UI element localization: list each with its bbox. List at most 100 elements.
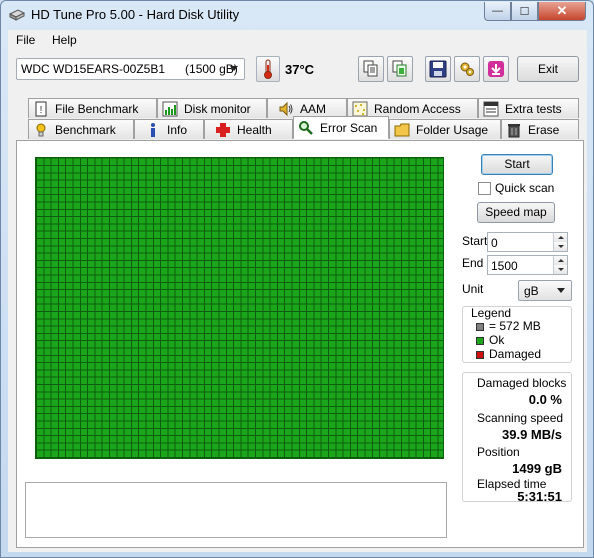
tab-disk-monitor-label: Disk monitor	[184, 101, 251, 116]
svg-text:!: !	[40, 105, 43, 116]
quick-scan-checkbox[interactable]	[478, 182, 491, 195]
tab-aam[interactable]: AAM	[267, 98, 347, 118]
chevron-down-icon	[230, 66, 238, 71]
start-button[interactable]: Start	[481, 154, 553, 175]
damaged-blocks-label: Damaged blocks	[477, 376, 567, 390]
damaged-blocks-value: 0.0 %	[528, 392, 562, 407]
tab-random-access[interactable]: Random Access	[347, 98, 478, 118]
speed-map-button[interactable]: Speed map	[477, 202, 555, 223]
elapsed-time-value: 5:31:51	[517, 489, 562, 504]
quick-scan-label: Quick scan	[495, 181, 555, 195]
end-label: End	[462, 256, 484, 270]
position-label: Position	[477, 445, 520, 459]
error-scan-panel: Start Quick scan Speed map Start 0 End 1…	[16, 140, 584, 548]
scan-stats-panel: Damaged blocks 0.0 % Scanning speed 39.9…	[462, 372, 572, 504]
drive-select-value: WDC WD15EARS-00Z5B1 (1500 gB)	[21, 62, 238, 76]
toolbar: WDC WD15EARS-00Z5B1 (1500 gB) 37°C Exit	[8, 50, 587, 96]
window-title: HD Tune Pro 5.00 - Hard Disk Utility	[31, 7, 240, 22]
legend-swatch-block	[476, 323, 484, 331]
speaker-icon	[279, 101, 293, 116]
start-label: Start	[462, 234, 488, 248]
spin-up-icon[interactable]	[553, 233, 567, 242]
menu-help-label: Help	[52, 33, 77, 47]
scan-log-box	[25, 482, 447, 538]
drive-select[interactable]: WDC WD15EARS-00Z5B1 (1500 gB)	[16, 58, 245, 80]
legend-swatch-ok	[476, 337, 484, 345]
tab-file-benchmark-label: File Benchmark	[55, 101, 139, 116]
tab-erase-label: Erase	[528, 122, 560, 137]
start-value: 0	[491, 236, 498, 250]
tab-extra-tests-label: Extra tests	[505, 101, 562, 116]
hard-disk-icon	[9, 9, 25, 21]
position-value: 1499 gB	[512, 461, 562, 476]
temperature-value: 37°C	[285, 62, 315, 77]
tab-folder-usage[interactable]: Folder Usage	[389, 119, 501, 139]
minimize-button[interactable]: —	[484, 2, 511, 21]
info-icon	[151, 122, 155, 137]
menu-file-label: File	[16, 33, 36, 47]
menu-help[interactable]: Help	[52, 33, 77, 47]
magnifier-icon	[299, 120, 313, 135]
end-value: 1500	[491, 259, 518, 273]
thermometer-icon	[256, 56, 280, 82]
title-bar[interactable]: HD Tune Pro 5.00 - Hard Disk Utility — ☐…	[1, 1, 593, 29]
copy-report-button[interactable]	[387, 56, 413, 82]
unit-value: gB	[524, 284, 539, 298]
tab-random-access-label: Random Access	[374, 101, 461, 116]
menu-bar: File Help	[8, 30, 587, 50]
health-icon	[216, 122, 230, 137]
tab-file-benchmark[interactable]: ! File Benchmark	[28, 98, 157, 118]
spin-down-icon[interactable]	[553, 265, 567, 274]
legend-ok: Ok	[489, 333, 505, 347]
client-area: File Help WDC WD15EARS-00Z5B1 (1500 gB) …	[8, 30, 587, 552]
folder-icon	[394, 123, 410, 136]
chevron-down-icon	[557, 288, 565, 293]
app-window: HD Tune Pro 5.00 - Hard Disk Utility — ☐…	[0, 0, 594, 558]
tab-info[interactable]: Info	[134, 119, 204, 139]
spin-up-icon[interactable]	[553, 256, 567, 265]
tab-extra-tests[interactable]: Extra tests	[478, 98, 579, 118]
end-spinner[interactable]: 1500	[487, 255, 568, 275]
download-icon	[488, 61, 504, 77]
legend-damaged: Damaged	[489, 347, 542, 361]
spin-down-icon[interactable]	[553, 242, 567, 251]
start-spinner[interactable]: 0	[487, 232, 568, 252]
legend-title: Legend	[471, 306, 512, 320]
copy-report-icon	[392, 60, 407, 77]
scan-block-map	[35, 157, 444, 459]
legend-group: Legend = 572 MB Ok Damaged	[462, 306, 572, 363]
random-access-icon	[352, 101, 368, 116]
save-button[interactable]	[425, 56, 451, 82]
tab-error-scan-label: Error Scan	[320, 120, 378, 135]
tab-erase[interactable]: Erase	[501, 119, 579, 139]
settings-button[interactable]	[454, 56, 480, 82]
tab-disk-monitor[interactable]: Disk monitor	[157, 98, 267, 118]
save-icon	[429, 60, 447, 78]
tab-folder-usage-label: Folder Usage	[416, 122, 489, 137]
extra-tests-icon	[483, 101, 499, 116]
tab-health[interactable]: Health	[204, 119, 293, 139]
tab-error-scan[interactable]: Error Scan	[293, 116, 389, 139]
disk-monitor-icon	[162, 101, 178, 116]
menu-file[interactable]: File	[16, 33, 35, 47]
copy-icon	[363, 60, 378, 77]
legend-block-size: = 572 MB	[489, 319, 541, 333]
maximize-button[interactable]: ☐	[511, 2, 538, 21]
tab-health-label: Health	[237, 122, 272, 137]
legend-swatch-damaged	[476, 351, 484, 359]
file-benchmark-icon: !	[35, 101, 47, 116]
unit-select[interactable]: gB	[518, 280, 572, 301]
close-button[interactable]: ✕	[538, 2, 586, 21]
download-button[interactable]	[483, 56, 509, 82]
tab-info-label: Info	[167, 122, 188, 137]
exit-button[interactable]: Exit	[517, 56, 579, 82]
tab-aam-label: AAM	[300, 101, 327, 116]
settings-icon	[460, 62, 474, 76]
tab-benchmark[interactable]: Benchmark	[28, 119, 134, 139]
scanning-speed-label: Scanning speed	[477, 411, 564, 425]
unit-label: Unit	[462, 282, 484, 296]
trash-icon	[508, 123, 520, 137]
scanning-speed-value: 39.9 MB/s	[502, 427, 562, 442]
tab-benchmark-label: Benchmark	[55, 122, 116, 137]
copy-button[interactable]	[358, 56, 384, 82]
